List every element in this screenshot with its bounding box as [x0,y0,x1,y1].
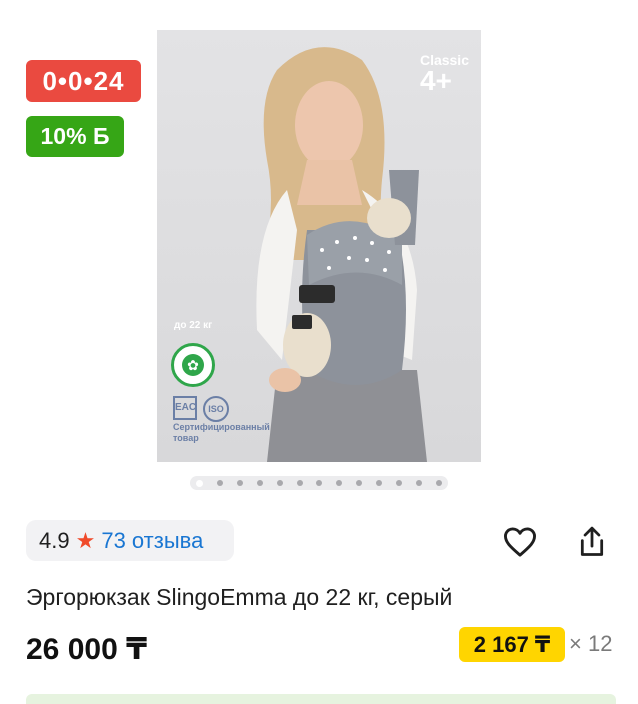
iso-logo: ISO [203,396,229,422]
pager-dot[interactable] [196,479,203,487]
cotton-plant-icon: ✿ [182,354,204,376]
eac-logo: EAC [173,396,197,420]
pager-dot[interactable] [316,480,323,486]
sale-timer-badge: 0•0•24 [26,60,141,102]
pager-dot[interactable] [435,480,442,486]
pager-dot[interactable] [216,480,223,486]
pager-dot[interactable] [396,480,403,486]
pager-dot[interactable] [415,480,422,486]
share-button[interactable] [573,523,611,561]
rating-pill[interactable]: 4.9 ★ 73 отзыва [26,520,234,561]
age-label: 4+ [419,65,452,96]
certification-logos: EAC ISO [173,396,229,422]
installment-badge[interactable]: 2 167 ₸ [459,627,565,662]
star-icon: ★ [75,527,96,553]
series-label: Classic 4+ [419,52,469,96]
product-image[interactable]: Classic 4+ до 22 кг ✿ EAC ISO Сертифицир… [157,30,481,462]
pager-dot[interactable] [356,480,363,486]
pager-dot[interactable] [276,480,283,486]
pager-dot[interactable] [296,480,303,486]
pager-dot[interactable] [336,480,343,486]
rating-score: 4.9 [39,527,70,553]
pager-dot[interactable] [236,480,243,486]
cotton-badge: ✿ [171,343,215,387]
weight-limit-label: до 22 кг [174,320,213,331]
heart-icon [504,527,536,557]
pager-dot[interactable] [256,480,263,486]
image-pager[interactable] [190,476,448,490]
favorite-button[interactable] [501,523,539,561]
bottom-banner [26,694,616,704]
share-icon [580,526,604,556]
pager-dot[interactable] [376,480,383,486]
reviews-link[interactable]: 73 отзыва [101,528,203,554]
installment-months: × 12 [569,631,613,656]
product-title: Эргорюкзак SlingoEmma до 22 кг, серый [26,584,453,610]
product-price: 26 000 ₸ [26,633,147,666]
bonus-badge: 10% Б [26,116,124,157]
certified-text: Сертифицированный товар [173,422,270,443]
